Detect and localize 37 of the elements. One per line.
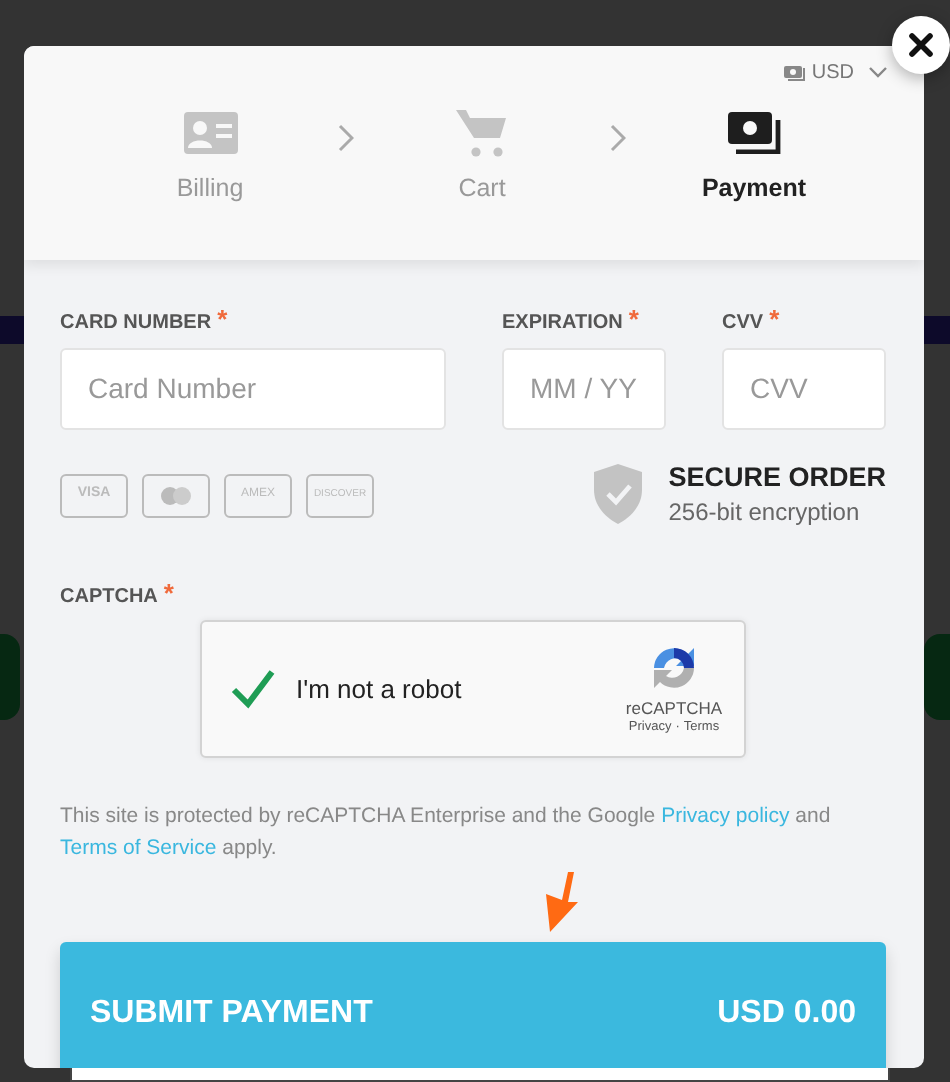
field-label: CVV — [722, 312, 764, 334]
close-icon — [908, 32, 934, 58]
secure-title: SECURE ORDER — [668, 461, 886, 494]
shield-check-icon — [592, 464, 645, 527]
background-panel — [0, 634, 20, 720]
submit-payment-button[interactable]: SUBMIT PAYMENT USD 0.00 — [60, 941, 886, 1068]
check-icon[interactable] — [230, 665, 278, 714]
text-link[interactable]: Privacy policy — [661, 804, 790, 829]
step-tab[interactable]: Cart — [412, 104, 552, 208]
text-link[interactable]: Terms of Service — [60, 835, 217, 860]
chevron-right-icon — [610, 124, 626, 152]
cash-icon — [727, 111, 781, 153]
secure-subtitle: 256-bit encryption — [668, 495, 862, 530]
close-button[interactable] — [892, 16, 950, 74]
input-field[interactable]: MM / YY — [502, 347, 666, 429]
required-mark: * — [769, 304, 780, 334]
step-tab[interactable]: Payment — [684, 104, 824, 208]
id-card-icon — [183, 111, 237, 153]
required-mark: * — [628, 304, 639, 334]
input-field[interactable]: Card Number — [60, 347, 446, 429]
step-tab[interactable]: Billing — [140, 104, 280, 208]
background-panel — [924, 634, 950, 720]
recaptcha-brand: reCAPTCHA — [625, 700, 723, 719]
field-label: EXPIRATION — [502, 312, 623, 334]
currency-selector[interactable]: USD — [783, 58, 888, 88]
required-mark: * — [163, 577, 174, 608]
input-field[interactable]: CVV — [722, 347, 886, 429]
chevron-down-icon — [868, 66, 888, 80]
circles-icon — [160, 485, 192, 506]
cash-icon — [783, 64, 806, 82]
captcha-label: I'm not a robot — [296, 671, 462, 708]
chevron-right-icon — [338, 124, 354, 152]
required-mark: * — [217, 304, 228, 334]
field-label: CARD NUMBER — [60, 312, 212, 334]
cart-icon — [456, 107, 508, 157]
recaptcha-notice: This site is protected by reCAPTCHA Enterprise and the Google Privacy policy and Terms of Service apply. — [60, 802, 833, 864]
field-label: CAPTCHA — [60, 585, 158, 608]
